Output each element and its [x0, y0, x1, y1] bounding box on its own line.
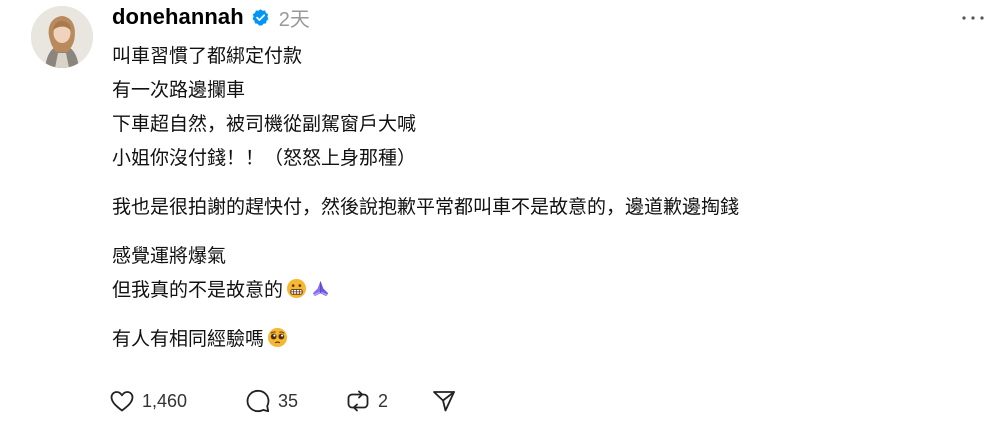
post-timestamp[interactable]: 2天: [279, 3, 310, 32]
username[interactable]: donehannah: [112, 4, 244, 30]
post-line: 感覺運將爆氣: [112, 245, 227, 267]
like-count: 1,460: [142, 390, 188, 411]
like-button[interactable]: 1,460: [108, 384, 208, 418]
send-icon: [433, 391, 455, 412]
reply-button[interactable]: 35: [244, 384, 308, 418]
pleading-face-emoji: [267, 327, 288, 348]
post-line-text: 有人有相同經驗嗎: [112, 328, 265, 350]
repost-icon: [347, 390, 369, 412]
post-paragraph: 有人有相同經驗嗎: [112, 322, 982, 356]
repost-count: 2: [378, 390, 389, 411]
thread-post: donehannah 2天 叫車習慣了都綁定付款 有一次路邊攔車 下車超自然，被…: [0, 0, 1008, 422]
avatar-image: [31, 6, 93, 68]
post-line: 叫車習慣了都綁定付款: [112, 45, 303, 67]
post-line: 有一次路邊攔車: [112, 79, 246, 101]
post-line: 我也是很拍謝的趕快付，然後說抱歉平常都叫車不是故意的，邊道歉邊掏錢: [112, 196, 740, 218]
avatar[interactable]: [31, 6, 93, 68]
verified-badge-icon: [252, 8, 269, 26]
more-dots-icon: [962, 16, 984, 20]
share-button[interactable]: [430, 384, 458, 418]
folded-hands-emoji: [310, 278, 331, 299]
post-paragraph: 感覺運將爆氣 但我真的不是故意的: [112, 239, 982, 307]
post-line: 下車超自然，被司機從副駕窗戶大喊: [112, 113, 417, 135]
reply-count: 35: [278, 390, 299, 411]
post-body: 叫車習慣了都綁定付款 有一次路邊攔車 下車超自然，被司機從副駕窗戶大喊 小姐你沒…: [112, 39, 982, 356]
comment-bubble-icon: [246, 389, 270, 413]
post-actions: 1,460 35 2: [108, 384, 458, 418]
post-header: donehannah 2天: [112, 1, 310, 33]
post-paragraph: 我也是很拍謝的趕快付，然後說抱歉平常都叫車不是故意的，邊道歉邊掏錢: [112, 190, 982, 224]
post-paragraph: 叫車習慣了都綁定付款 有一次路邊攔車 下車超自然，被司機從副駕窗戶大喊 小姐你沒…: [112, 39, 982, 175]
post-line: 小姐你沒付錢！！（怒怒上身那種）: [112, 147, 417, 169]
post-line-with-emoji: 但我真的不是故意的: [112, 273, 982, 307]
heart-icon: [110, 391, 134, 412]
more-options-button[interactable]: [955, 3, 991, 33]
post-line-text: 但我真的不是故意的: [112, 279, 284, 301]
post-line-with-emoji: 有人有相同經驗嗎: [112, 322, 982, 356]
repost-button[interactable]: 2: [344, 384, 400, 418]
grimacing-face-emoji: [286, 278, 307, 299]
